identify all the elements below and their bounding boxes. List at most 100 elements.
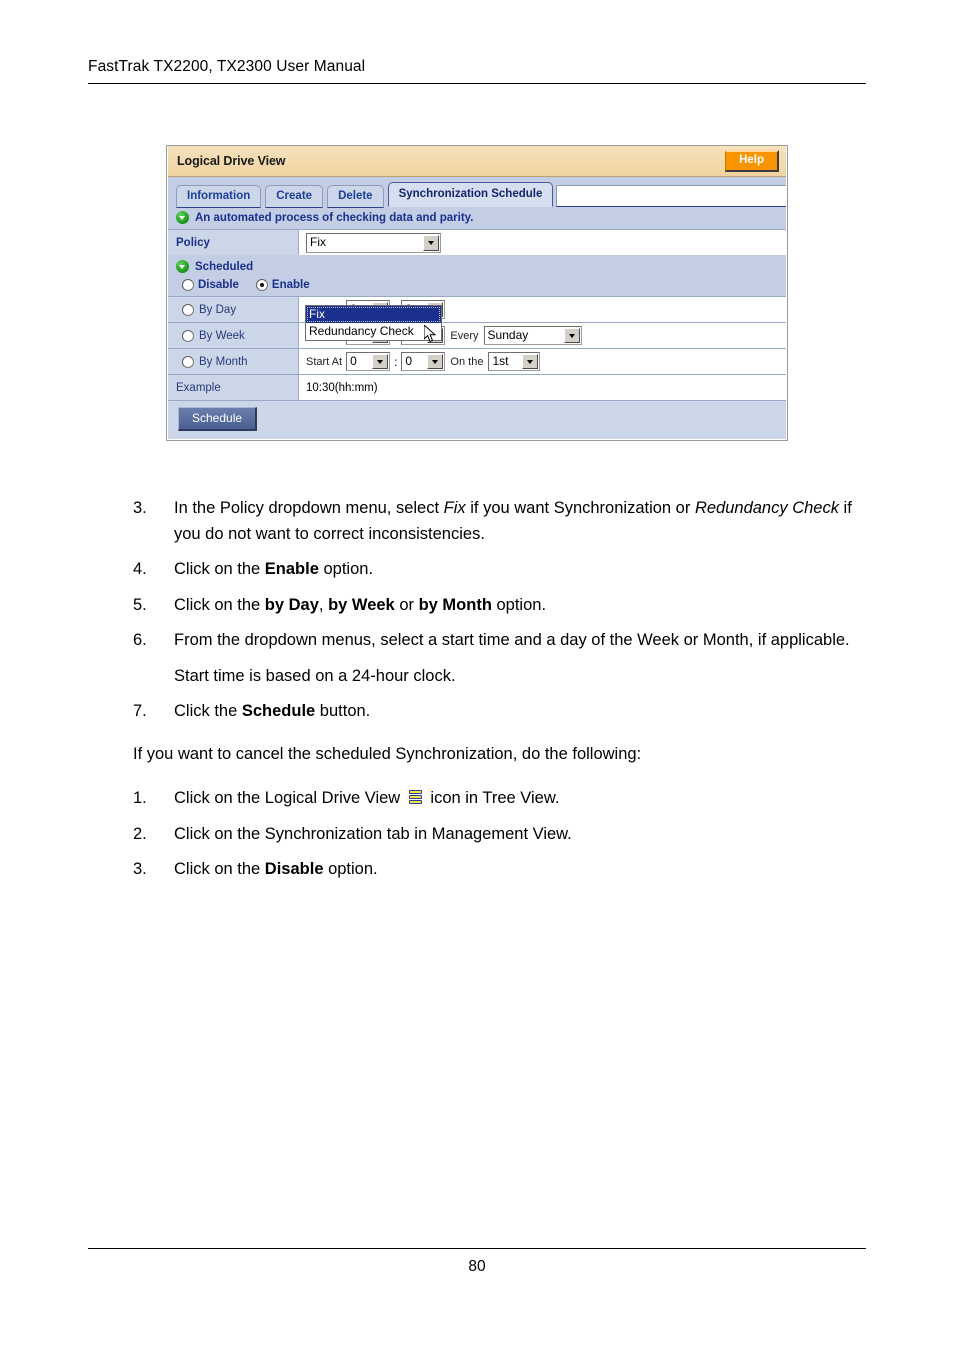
step-text-strong: by Week (328, 595, 395, 614)
disable-option[interactable]: Disable (182, 279, 239, 291)
chevron-down-icon[interactable] (427, 354, 444, 369)
tab-information[interactable]: Information (176, 185, 262, 208)
step-number: 3. (133, 860, 147, 878)
by-month-controls: Start At 0 : 0 On the 1st (298, 349, 786, 374)
by-week-label: By Week (199, 329, 245, 342)
tab-synchronization-schedule[interactable]: Synchronization Schedule (387, 182, 554, 207)
by-week-radio[interactable] (182, 329, 194, 342)
disable-radio[interactable] (182, 279, 194, 291)
chevron-down-icon[interactable] (522, 354, 539, 369)
by-day-label: By Day (199, 303, 237, 316)
step-text-run: button. (315, 702, 371, 720)
step-text-strong: by Month (418, 595, 492, 614)
button-bar: Schedule (168, 400, 786, 439)
by-month-minute-value: 0 (405, 354, 413, 368)
mouse-cursor-icon (424, 325, 437, 343)
disable-enable-group: Disable Enable (168, 276, 786, 296)
step-text: Click on the by Day, by Week or by Month… (174, 593, 863, 619)
step-text-run: or (394, 595, 419, 614)
step-text-run: Click on the Logical Drive View (174, 789, 405, 807)
by-month-label: By Month (199, 355, 248, 368)
by-month-start-at-label: Start At (306, 355, 343, 368)
document-body: 3. In the Policy dropdown menu, select F… (133, 496, 863, 893)
policy-label: Policy (168, 230, 298, 255)
page-header: FastTrak TX2200, TX2300 User Manual (88, 58, 866, 84)
schedule-button[interactable]: Schedule (178, 407, 258, 431)
example-value: 10:30(hh:mm) (298, 375, 786, 400)
example-row: Example 10:30(hh:mm) (168, 374, 786, 400)
step-text-run: option. (323, 860, 378, 878)
step-number: 6. (133, 631, 147, 649)
policy-select[interactable]: Fix (306, 232, 441, 253)
step-text-run: In the Policy dropdown menu, select (174, 499, 444, 517)
list-item: 5. Click on the by Day, by Week or by Mo… (133, 593, 863, 619)
by-day-label-cell[interactable]: By Day (168, 297, 298, 322)
page-number: 80 (468, 1258, 486, 1275)
panel-title: Logical Drive View (177, 154, 286, 168)
enable-label: Enable (271, 279, 310, 291)
step-text-strong: Disable (264, 860, 324, 878)
step-text-run: Click on the (174, 595, 265, 614)
example-label: Example (168, 375, 298, 400)
step-text: Click on the Enable option. (174, 557, 863, 583)
policy-value-cell: Fix (298, 230, 786, 255)
status-chevron-icon (176, 211, 189, 224)
by-month-hour-value: 0 (350, 354, 357, 368)
step-text-run: if you want Synchronization or (465, 499, 695, 517)
by-month-label-cell[interactable]: By Month (168, 349, 298, 374)
step-text-strong: Enable (264, 560, 319, 578)
step-number: 2. (133, 824, 147, 843)
by-month-ordinal-select[interactable]: 1st (488, 352, 541, 371)
info-line-text: An automated process of checking data an… (195, 211, 474, 224)
by-month-hour-select[interactable]: 0 (346, 352, 391, 371)
by-month-minute-select[interactable]: 0 (401, 352, 446, 371)
by-week-day-select[interactable]: Sunday (483, 326, 582, 345)
enable-option[interactable]: Enable (255, 279, 310, 291)
by-week-every-label: Every (450, 329, 479, 342)
step-text: From the dropdown menus, select a start … (174, 631, 850, 649)
by-week-label-cell[interactable]: By Week (168, 323, 298, 348)
step-number: 4. (133, 560, 147, 578)
list-item: 1. Click on the Logical Drive View icon … (133, 786, 863, 812)
panel-inner: Logical Drive View Help Information Crea… (167, 146, 787, 440)
policy-row: Policy Fix (168, 229, 786, 255)
chevron-down-icon[interactable] (372, 354, 389, 369)
tab-filler (556, 185, 786, 207)
by-month-time-colon: : (394, 354, 398, 369)
step-text-strong: Schedule (241, 702, 316, 720)
header-rule (88, 83, 866, 84)
by-month-ordinal-value: 1st (492, 354, 509, 368)
logical-drive-view-panel: Logical Drive View Help Information Crea… (166, 145, 788, 441)
panel-titlebar: Logical Drive View Help (168, 146, 786, 177)
step-number: 7. (133, 702, 147, 720)
policy-option-fix[interactable]: Fix (306, 306, 441, 323)
info-line: An automated process of checking data an… (168, 207, 786, 229)
tab-create[interactable]: Create (265, 185, 324, 208)
page-footer: 80 (88, 1248, 866, 1276)
policy-option-redundancy-check[interactable]: Redundancy Check (306, 323, 441, 340)
by-month-radio[interactable] (182, 355, 194, 368)
list-item: 3. In the Policy dropdown menu, select F… (133, 496, 863, 547)
help-button[interactable]: Help (725, 150, 779, 172)
policy-dropdown-list[interactable]: Fix Redundancy Check (305, 305, 442, 341)
scheduled-band: Scheduled (168, 255, 786, 276)
enable-radio[interactable] (255, 279, 268, 291)
step-text-run: , (318, 595, 329, 614)
chevron-down-icon[interactable] (563, 328, 580, 343)
tab-delete[interactable]: Delete (327, 185, 384, 208)
step-number: 5. (133, 595, 147, 614)
by-day-radio[interactable] (182, 303, 194, 316)
manual-title: FastTrak TX2200, TX2300 User Manual (88, 58, 366, 75)
note-line: Start time is based on a 24-hour clock. (174, 666, 456, 685)
chevron-down-icon[interactable] (423, 234, 439, 251)
by-month-row: By Month Start At 0 : 0 On the 1st (168, 348, 786, 374)
step-text-run: Click the (174, 702, 242, 720)
list-item: 6. From the dropdown menus, select a sta… (133, 628, 863, 654)
step-text-emphasis: Fix (443, 499, 466, 517)
step-text-run: option. (491, 595, 547, 614)
policy-select-value: Fix (310, 235, 326, 249)
step-text-strong: by Day (264, 595, 319, 614)
step-number: 1. (133, 789, 147, 807)
